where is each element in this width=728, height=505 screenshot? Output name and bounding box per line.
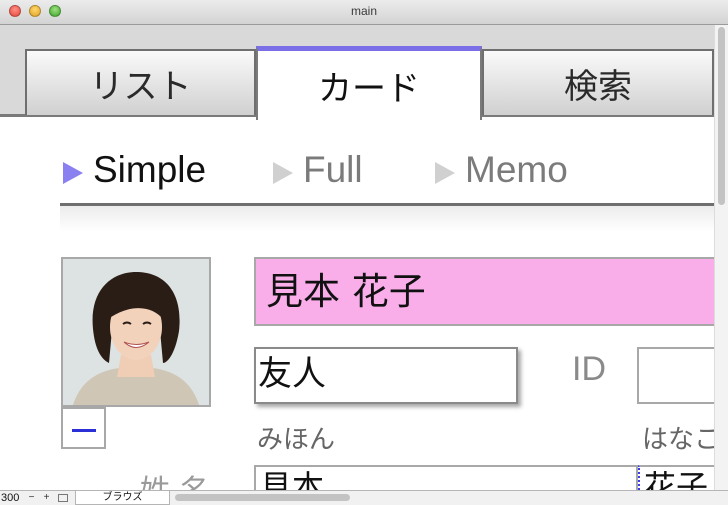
tab-search[interactable]: 検索: [482, 49, 714, 115]
vertical-scroll-thumb[interactable]: [718, 27, 725, 205]
subnav-memo[interactable]: Memo: [435, 145, 568, 195]
subnav-full[interactable]: Full: [273, 145, 363, 195]
tab-search-label: 検索: [564, 66, 632, 107]
mode-selector[interactable]: ブラウズ: [75, 490, 170, 505]
subnav-memo-label: Memo: [465, 149, 568, 190]
zoom-in-icon[interactable]: +: [42, 493, 51, 503]
window-title: main: [350, 4, 377, 18]
triangle-right-icon: [63, 162, 83, 184]
triangle-right-icon: [273, 162, 293, 184]
app-window: main リスト カード 検索 Simple Full Memo 見本 花子 友…: [0, 0, 728, 505]
zoom-out-icon[interactable]: −: [27, 493, 36, 503]
relationship-field[interactable]: 友人: [254, 347, 518, 404]
subnav-simple-label: Simple: [93, 149, 207, 190]
minus-icon: [72, 429, 96, 432]
vertical-scrollbar[interactable]: [714, 25, 728, 490]
zoom-level[interactable]: 300: [1, 491, 19, 505]
last-name-kana-field[interactable]: みほん: [257, 419, 335, 456]
tab-card-label: カード: [318, 69, 420, 109]
full-name-field[interactable]: 見本 花子: [254, 257, 728, 326]
subnav-simple[interactable]: Simple: [63, 145, 206, 195]
remove-photo-button[interactable]: [61, 407, 106, 449]
contact-photo[interactable]: [61, 257, 211, 407]
toggle-status-area-icon[interactable]: [58, 494, 68, 502]
tab-bar: リスト カード 検索: [0, 25, 714, 120]
status-bar: 300 − + ブラウズ: [0, 490, 728, 505]
first-name-kana-field[interactable]: はなこ: [642, 419, 720, 456]
horizontal-scroll-thumb[interactable]: [175, 494, 350, 501]
tab-list-label: リスト: [89, 66, 192, 107]
title-bar: main: [0, 0, 728, 25]
id-label: ID: [572, 350, 606, 388]
sub-navigation: Simple Full Memo: [60, 145, 714, 205]
subnav-full-label: Full: [303, 149, 363, 190]
tab-card[interactable]: カード: [256, 46, 482, 120]
person-photo-illustration: [63, 259, 209, 405]
triangle-right-icon: [435, 162, 455, 184]
tab-list[interactable]: リスト: [25, 49, 256, 115]
subnav-shadow: [60, 206, 714, 232]
